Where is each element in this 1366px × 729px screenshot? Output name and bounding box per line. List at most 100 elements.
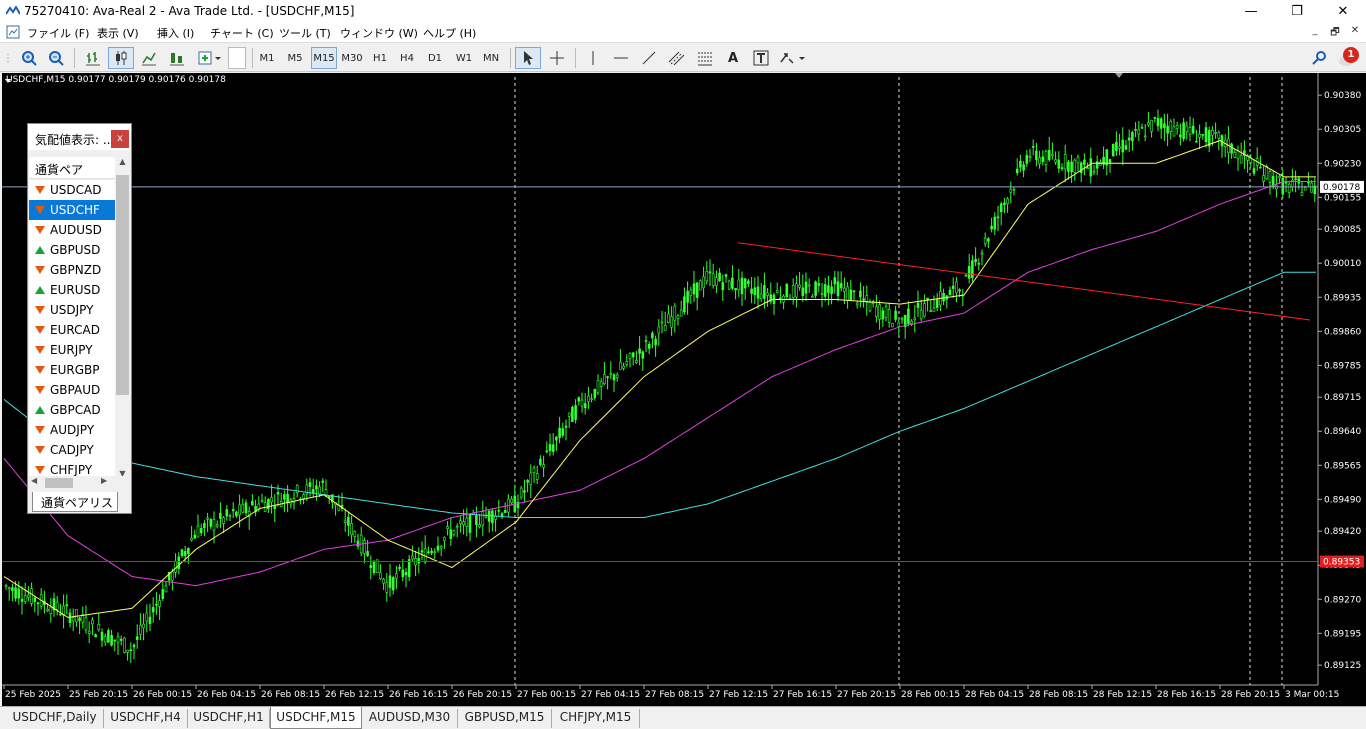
toolbar-blank-button[interactable] — [228, 47, 246, 69]
hscroll-thumb[interactable] — [45, 478, 73, 488]
vertical-line-icon[interactable] — [580, 47, 606, 69]
symbol-row-gbpnzd[interactable]: GBPNZD — [29, 260, 115, 280]
equidistant-channel-icon[interactable] — [664, 47, 690, 69]
symbol-row-cadjpy[interactable]: CADJPY — [29, 440, 115, 460]
menu-view[interactable]: 表示 (V) — [97, 25, 139, 41]
menu-chart[interactable]: チャート (C) — [210, 25, 274, 41]
trendline-icon[interactable] — [636, 47, 662, 69]
symbol-row-gbpcad[interactable]: GBPCAD — [29, 400, 115, 420]
symbol-row-usdchf[interactable]: USDCHF — [29, 200, 115, 220]
symbol-row-gbpusd[interactable]: GBPUSD — [29, 240, 115, 260]
tab-gbpusd-m15[interactable]: GBPUSD,M15 — [458, 709, 552, 728]
candle-body — [459, 520, 462, 524]
text-tool-icon[interactable]: A — [720, 47, 746, 69]
timeframe-m15[interactable]: M15 — [311, 47, 337, 69]
timeframe-m5[interactable]: M5 — [284, 47, 306, 69]
tab-usdchf-m15[interactable]: USDCHF,M15 — [270, 707, 362, 729]
menu-window[interactable]: ウィンドウ (W) — [340, 25, 418, 41]
mdi-close-button[interactable]: ✕ — [1346, 25, 1364, 39]
tab-chfjpy-m15[interactable]: CHFJPY,M15 — [552, 709, 640, 728]
candle-body — [593, 388, 597, 399]
timeframe-m30[interactable]: M30 — [340, 47, 364, 69]
tab-audusd-m30[interactable]: AUDUSD,M30 — [362, 709, 458, 728]
price-chart[interactable]: 0.90380 0.90305 0.90230 0.90155 0.90085 0.900… — [2, 73, 1366, 706]
line-chart-icon[interactable] — [136, 47, 162, 69]
mdi-minimize-button[interactable]: _ — [1306, 25, 1324, 39]
candle-body — [1172, 126, 1176, 137]
market-watch-close-button[interactable]: x — [111, 130, 129, 148]
symbol-row-eurcad[interactable]: EURCAD — [29, 320, 115, 340]
candle-body — [212, 519, 216, 531]
bar-chart-icon[interactable] — [80, 47, 106, 69]
tab-usdchf-daily[interactable]: USDCHF,Daily — [6, 709, 104, 728]
cursor-icon[interactable] — [515, 47, 541, 69]
timeframe-mn[interactable]: MN — [480, 47, 502, 69]
fibonacci-icon[interactable] — [692, 47, 718, 69]
time-label: 28 Feb 20:15 — [1221, 690, 1280, 700]
new-chart-dropdown-icon[interactable] — [194, 47, 226, 69]
candlestick-chart-icon[interactable] — [108, 47, 134, 69]
candle-body — [71, 617, 75, 622]
time-label: 27 Feb 04:15 — [581, 690, 640, 700]
menu-help[interactable]: ヘルプ (H) — [423, 25, 476, 41]
candle-body — [743, 278, 747, 289]
candle-body — [836, 281, 840, 297]
scroll-right-icon[interactable]: ▶ — [101, 476, 107, 485]
candle-body — [1009, 188, 1013, 193]
scroll-up-icon[interactable]: ▲ — [115, 157, 130, 166]
symbol-row-audusd[interactable]: AUDUSD — [29, 220, 115, 240]
timeframe-d1[interactable]: D1 — [424, 47, 446, 69]
column-header-symbol[interactable]: 通貨ペア — [29, 157, 115, 179]
candle-body — [574, 405, 577, 420]
candle-body — [900, 317, 904, 320]
tab-usdchf-h1[interactable]: USDCHF,H1 — [188, 709, 270, 728]
symbol-row-eurjpy[interactable]: EURJPY — [29, 340, 115, 360]
minimize-button[interactable]: — — [1228, 0, 1274, 22]
arrows-dropdown-icon[interactable] — [778, 47, 808, 69]
candle-body — [1236, 150, 1240, 159]
tab-usdchf-h4[interactable]: USDCHF,H4 — [104, 709, 188, 728]
candle-body — [455, 525, 459, 528]
candle-body — [404, 572, 408, 576]
menu-file[interactable]: ファイル (F) — [27, 25, 89, 41]
menu-tools[interactable]: ツール (T) — [279, 25, 331, 41]
candle-body — [910, 320, 913, 324]
notifications-icon[interactable]: 1 — [1336, 47, 1362, 69]
menu-insert[interactable]: 挿入 (I) — [157, 25, 194, 41]
time-label: 27 Feb 00:15 — [517, 690, 576, 700]
symbol-row-eurgbp[interactable]: EURGBP — [29, 360, 115, 380]
horizontal-line-icon[interactable] — [608, 47, 634, 69]
search-icon[interactable] — [1308, 47, 1330, 69]
zoom-out-icon[interactable] — [43, 47, 69, 69]
candle-body — [817, 283, 821, 286]
timeframe-h1[interactable]: H1 — [369, 47, 391, 69]
chart-window-icon[interactable] — [6, 25, 20, 39]
horizontal-scrollbar[interactable]: ◀ ▶ — [29, 476, 130, 490]
symbol-row-usdjpy[interactable]: USDJPY — [29, 300, 115, 320]
mdi-restore-button[interactable]: 🗗 — [1326, 25, 1344, 39]
text-label-icon[interactable] — [748, 47, 774, 69]
timeframe-h4[interactable]: H4 — [396, 47, 418, 69]
candle-body — [718, 272, 721, 282]
scroll-left-icon[interactable]: ◀ — [31, 476, 37, 485]
candle-body — [1281, 177, 1285, 195]
symbol-row-gbpaud[interactable]: GBPAUD — [29, 380, 115, 400]
close-button[interactable]: ✕ — [1320, 0, 1366, 22]
indicators-icon[interactable] — [164, 47, 190, 69]
vertical-scrollbar[interactable]: ▲ ▼ — [115, 157, 130, 480]
symbol-row-usdcad[interactable]: USDCAD — [29, 180, 115, 200]
arrow-down-icon — [35, 266, 45, 274]
candle-body — [740, 277, 744, 294]
symbol-row-audjpy[interactable]: AUDJPY — [29, 420, 115, 440]
timeframe-w1[interactable]: W1 — [453, 47, 475, 69]
chart-area[interactable]: 0.90380 0.90305 0.90230 0.90155 0.90085 0.900… — [2, 73, 1366, 706]
crosshair-icon[interactable] — [544, 47, 570, 69]
tab-symbol-list[interactable]: 通貨ペアリスト — [32, 492, 118, 527]
timeframe-m1[interactable]: M1 — [256, 47, 278, 69]
candle-body — [1054, 159, 1057, 163]
candle-body — [875, 306, 878, 318]
zoom-in-icon[interactable] — [16, 47, 42, 69]
symbol-row-eurusd[interactable]: EURUSD — [29, 280, 115, 300]
scroll-thumb[interactable] — [116, 175, 129, 395]
maximize-button[interactable]: ❐ — [1274, 0, 1320, 22]
